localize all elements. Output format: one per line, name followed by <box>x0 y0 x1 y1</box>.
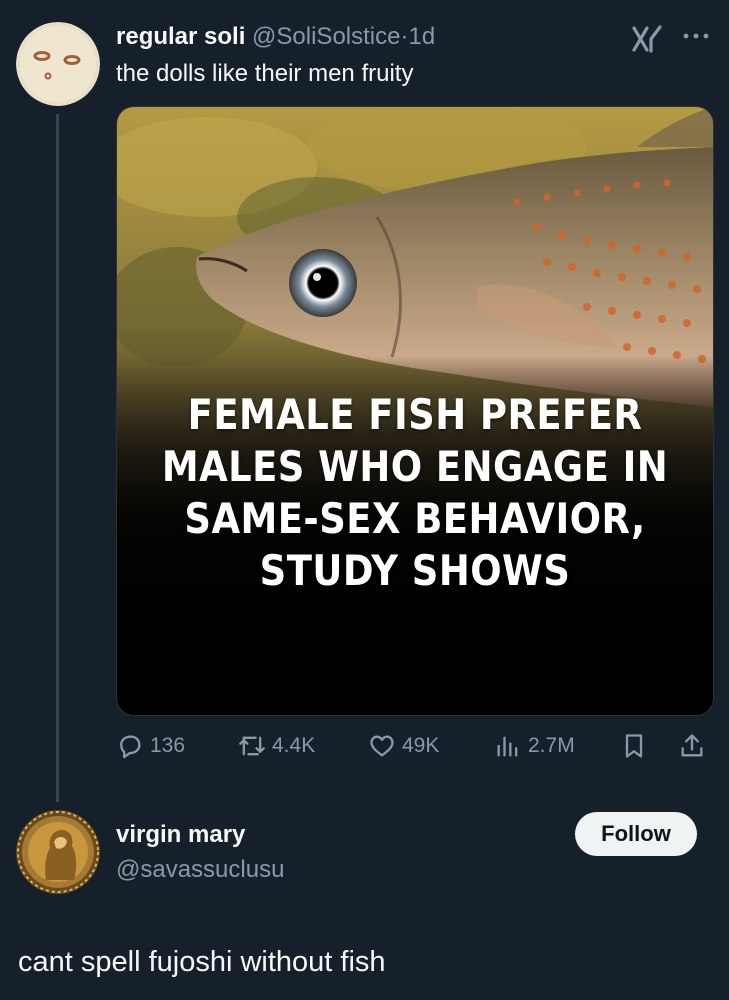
tweet-action-bar: 136 4.4K 49K 2.7M <box>116 728 712 764</box>
avatar-medallion-image <box>16 810 100 894</box>
reply-icon <box>120 735 141 759</box>
author-avatar[interactable] <box>16 22 100 106</box>
like-count: 49K <box>402 734 440 757</box>
share-icon <box>681 734 703 757</box>
retweet-count: 4.4K <box>272 734 316 757</box>
views-button[interactable]: 2.7M <box>494 728 575 764</box>
reply-author-handle[interactable]: @savassuclusu <box>116 855 284 885</box>
bookmark-icon <box>625 734 643 758</box>
like-button[interactable]: 49K <box>368 728 439 764</box>
reply-author-avatar[interactable] <box>16 810 100 894</box>
tweet-thread: regular soli @SoliSolstice·1d the dolls … <box>0 0 729 1000</box>
share-button[interactable] <box>678 728 712 764</box>
bookmark-button[interactable] <box>620 728 654 764</box>
heart-icon <box>370 735 394 757</box>
view-count: 2.7M <box>528 734 575 757</box>
author-name[interactable]: regular soli <box>116 23 245 50</box>
reply-author-name[interactable]: virgin mary <box>116 820 245 850</box>
author-handle[interactable]: @SoliSolstice <box>252 23 400 50</box>
media-headline: FEMALE FISH PREFER MALES WHO ENGAGE IN S… <box>161 390 669 595</box>
grok-icon[interactable] <box>630 24 664 54</box>
tweet-text: the dolls like their men fruity <box>116 60 414 87</box>
avatar-plate-image <box>16 22 100 106</box>
retweet-button[interactable]: 4.4K <box>238 728 315 764</box>
tweet-time[interactable]: 1d <box>408 23 435 50</box>
tweet-media[interactable]: FEMALE FISH PREFER MALES WHO ENGAGE IN S… <box>116 106 714 716</box>
retweet-icon <box>239 736 265 756</box>
reply-count: 136 <box>150 734 186 757</box>
views-icon <box>497 736 518 757</box>
follow-button[interactable]: Follow <box>575 812 697 856</box>
more-icon[interactable] <box>680 24 712 48</box>
reply-text: cant spell fujoshi without fish <box>18 946 386 978</box>
thread-connector-line <box>56 114 59 802</box>
reply-button[interactable]: 136 <box>116 728 185 764</box>
tweet-header: regular soli @SoliSolstice·1d <box>116 22 435 52</box>
